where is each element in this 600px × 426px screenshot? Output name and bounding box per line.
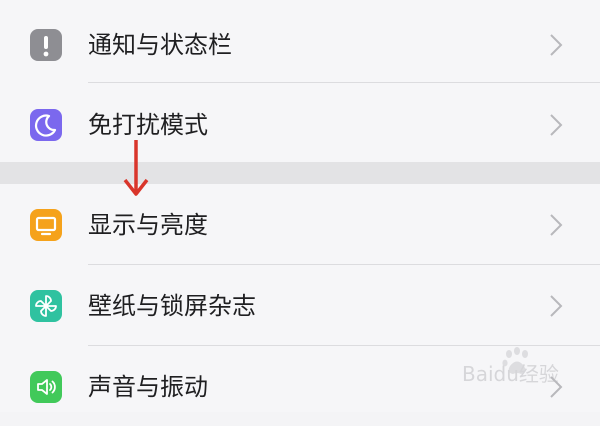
section-separator: [0, 162, 600, 184]
moon-icon: [30, 109, 62, 141]
speaker-icon: [30, 371, 62, 403]
settings-item-notifications[interactable]: 通知与状态栏: [0, 4, 600, 84]
monitor-icon: [30, 209, 62, 241]
chevron-right-icon: [550, 114, 563, 136]
chevron-right-icon: [550, 34, 563, 56]
settings-item-label: 通知与状态栏: [88, 31, 232, 59]
annotation-arrow-icon: [123, 140, 149, 196]
settings-item-label: 声音与振动: [88, 373, 208, 401]
watermark-text: Baidu经验: [462, 362, 559, 386]
settings-item-label: 显示与亮度: [88, 211, 208, 239]
settings-group-top: 通知与状态栏 免打扰模式: [0, 0, 600, 162]
settings-item-wallpaper-lockscreen[interactable]: 壁纸与锁屏杂志: [0, 265, 600, 345]
settings-item-label: 免打扰模式: [88, 111, 208, 139]
divider: [88, 82, 600, 83]
settings-item-label: 壁纸与锁屏杂志: [88, 292, 256, 320]
chevron-right-icon: [550, 214, 563, 236]
chevron-right-icon: [550, 295, 563, 317]
settings-screen: 通知与状态栏 免打扰模式 显示与亮度 壁纸与锁屏杂志 声音与振动 Baidu经验: [0, 0, 600, 412]
settings-item-display-brightness[interactable]: 显示与亮度: [0, 184, 600, 264]
settings-item-do-not-disturb[interactable]: 免打扰模式: [0, 84, 600, 164]
baidu-watermark: Baidu经验: [462, 346, 586, 386]
pinwheel-icon: [30, 290, 62, 322]
exclamation-icon: [30, 29, 62, 61]
